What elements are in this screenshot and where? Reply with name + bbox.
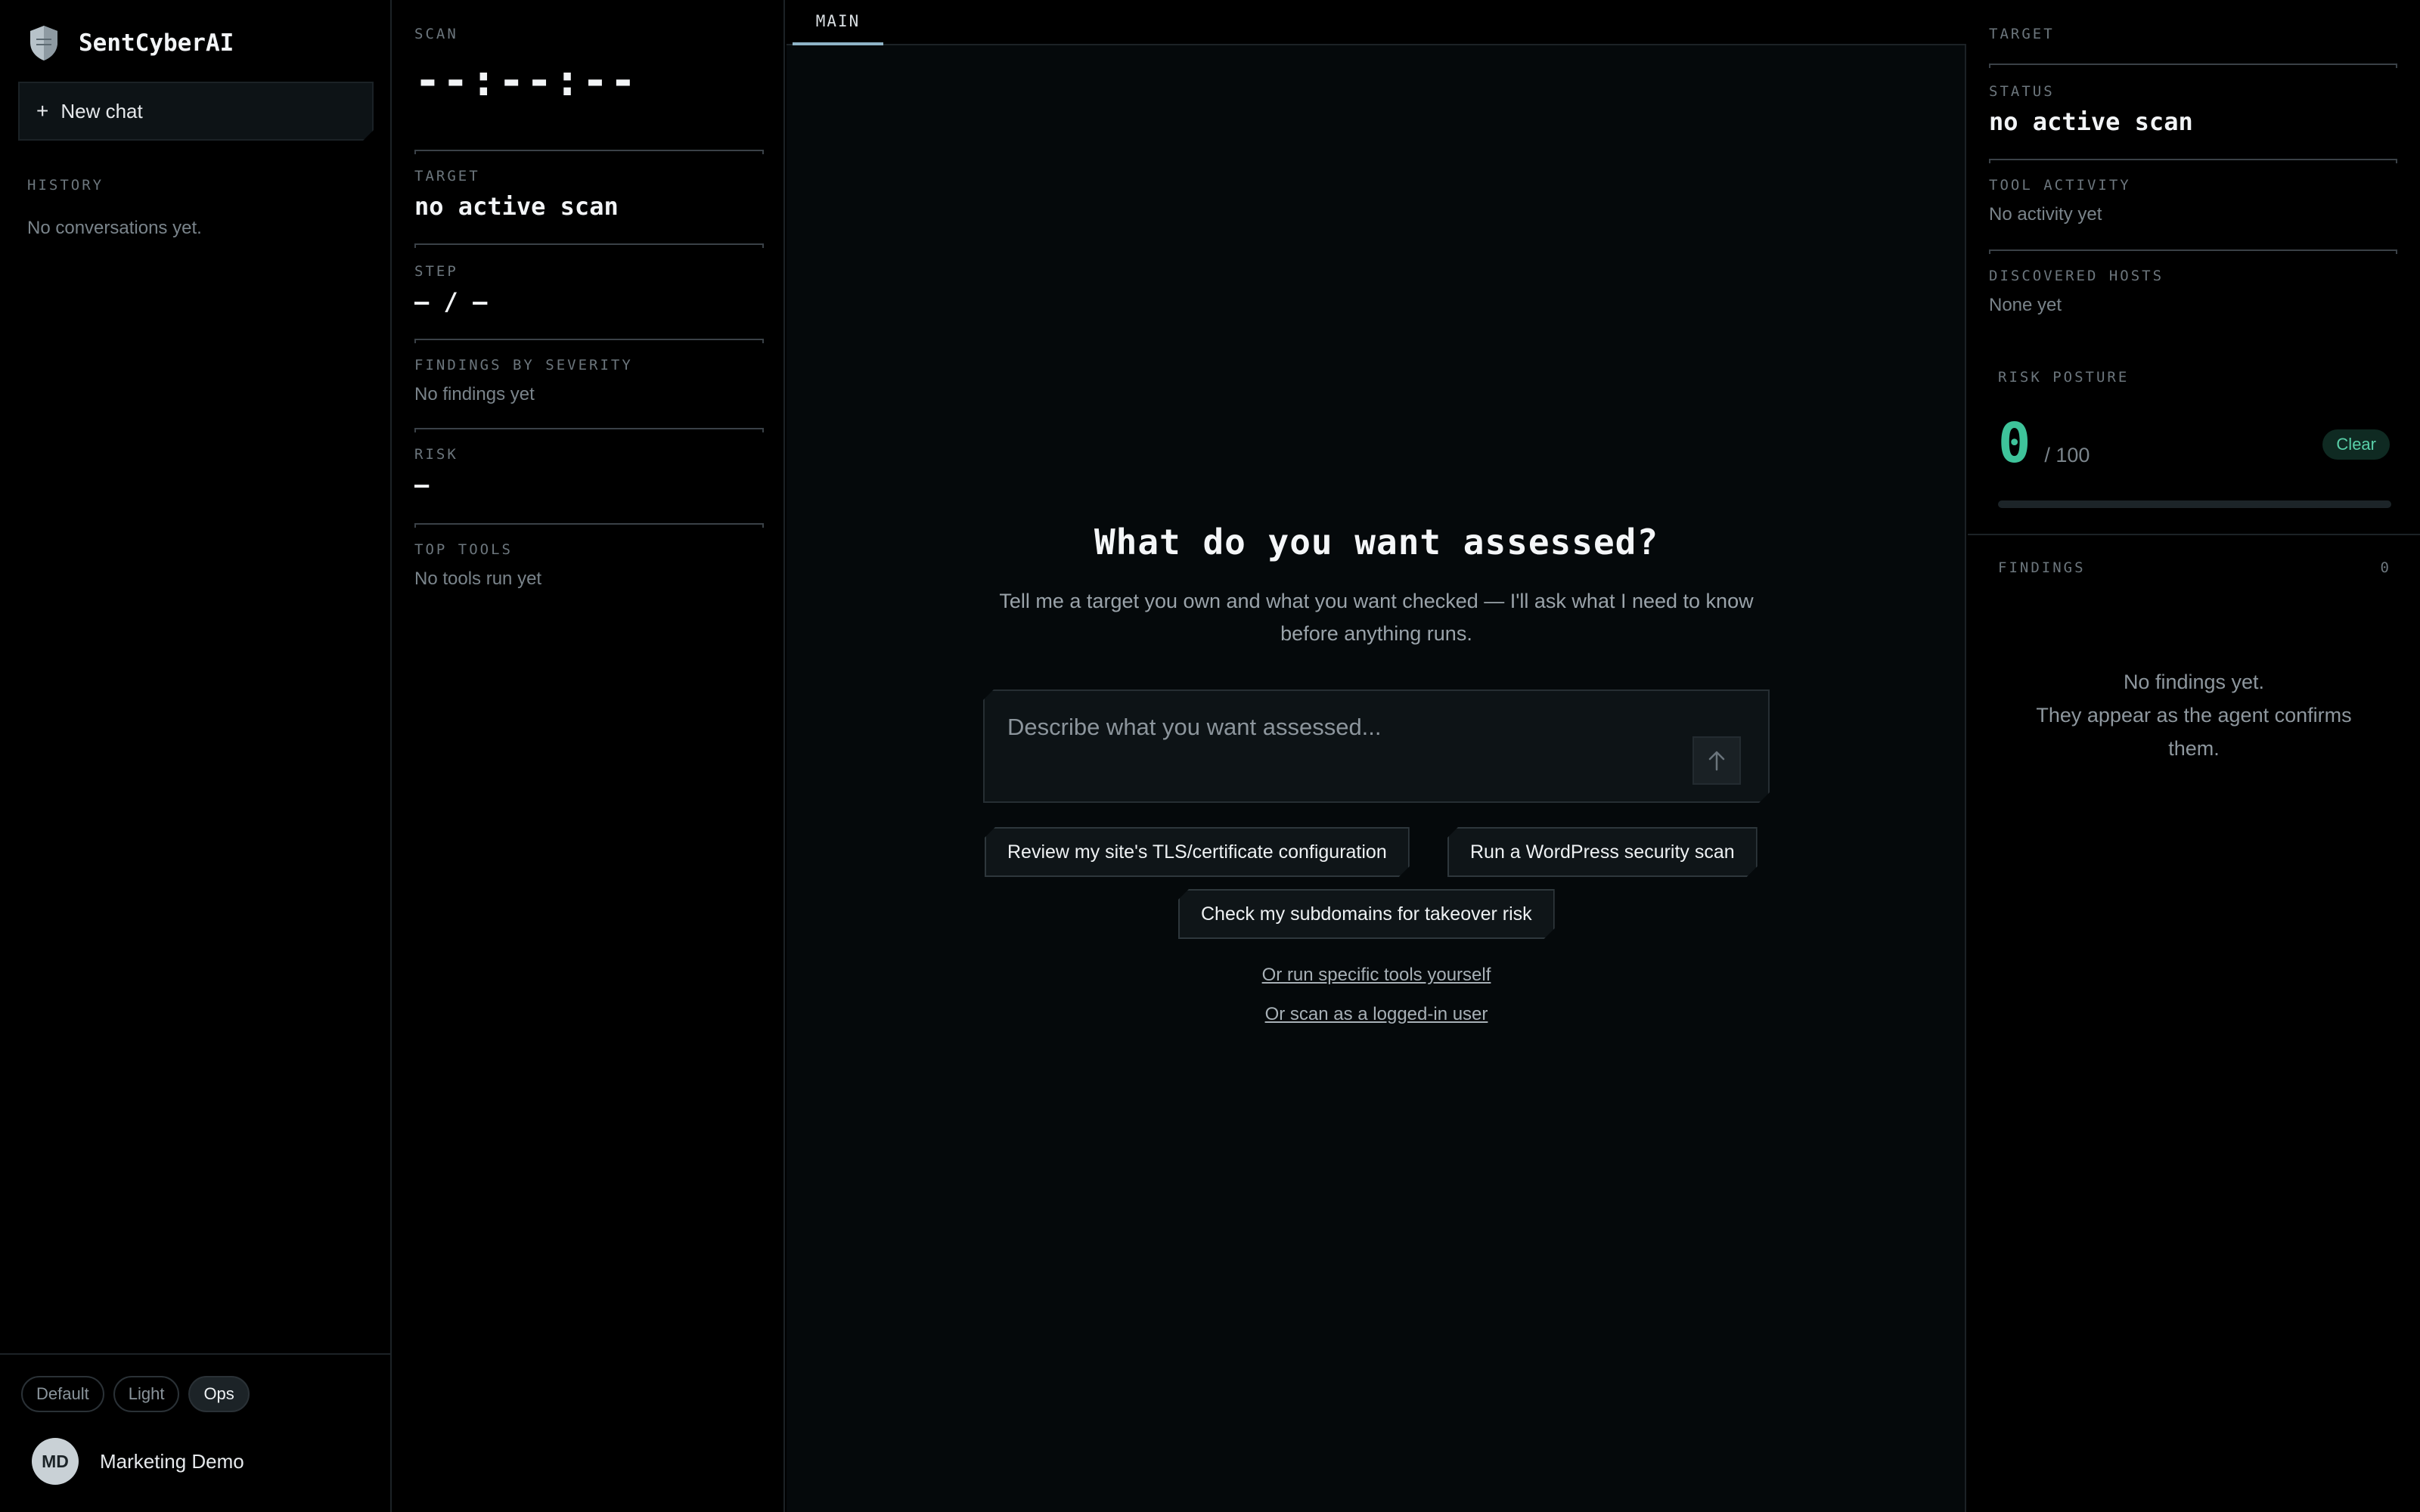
suggestion-subdomains-button[interactable]: Check my subdomains for takeover risk [1178,889,1555,939]
composer [983,689,1770,803]
scan-risk-value: — [414,470,430,499]
divider [1989,159,2397,163]
tool-activity-label: TOOL ACTIVITY [1989,177,2131,194]
clear-button[interactable]: Clear [2322,429,2390,460]
logged-in-link-row: Or scan as a logged-in user [786,1004,1966,1025]
scan-step-label: STEP [414,263,458,280]
divider [414,523,764,528]
findings-count: 0 [2380,559,2391,576]
risk-posture-card: RISK POSTURE 0 / 100 Clear [1968,346,2420,535]
status-label: STATUS [1989,83,2055,100]
new-chat-button[interactable]: + New chat [18,82,374,141]
scan-timer: --:--:-- [414,54,638,106]
scan-target-label: TARGET [414,168,480,184]
scan-risk-label: RISK [414,446,458,463]
top-tools-value: No tools run yet [414,569,542,589]
theme-ops-button[interactable]: Ops [188,1376,250,1412]
plus-icon: + [36,99,49,122]
target-heading: TARGET [1989,26,2055,42]
findings-severity-label: FINDINGS BY SEVERITY [414,357,633,373]
sidebar-footer: Default Light Ops MD Marketing Demo [0,1353,390,1512]
tab-main[interactable]: MAIN [793,0,883,45]
discovered-hosts-label: DISCOVERED HOSTS [1989,268,2164,284]
main-area: MAIN What do you want assessed? Tell me … [786,0,1966,1512]
suggestion-wordpress-button[interactable]: Run a WordPress security scan [1447,827,1758,877]
run-tools-link[interactable]: Or run specific tools yourself [1262,965,1491,985]
tool-activity-value: No activity yet [1989,204,2102,225]
scan-heading: SCAN [414,26,458,42]
top-tools-label: TOP TOOLS [414,541,513,558]
theme-light-button[interactable]: Light [113,1376,180,1412]
divider [414,339,764,343]
status-value: no active scan [1989,107,2193,136]
brand-name: SentCyberAI [79,29,234,57]
avatar: MD [32,1438,79,1485]
scan-target-value: no active scan [414,192,619,221]
user-menu[interactable]: MD Marketing Demo [32,1438,244,1485]
divider [1989,64,2397,68]
send-button[interactable] [1692,736,1741,785]
divider [414,150,764,154]
arrow-up-icon [1708,750,1726,771]
page-subtitle: Tell me a target you own and what you wa… [999,590,1754,645]
findings-heading: FINDINGS [1998,559,2086,576]
divider [1989,249,2397,254]
theme-default-button[interactable]: Default [21,1376,104,1412]
brand[interactable]: SentCyberAI [27,24,234,62]
page-title: What do you want assessed? [1094,522,1659,562]
hero: What do you want assessed? Tell me a tar… [786,522,1966,650]
right-panel: TARGET STATUS no active scan TOOL ACTIVI… [1968,0,2420,1512]
findings-severity-value: No findings yet [414,384,535,404]
history-heading: HISTORY [27,177,104,194]
sidebar: SentCyberAI + New chat HISTORY No conver… [0,0,392,1512]
theme-switcher: Default Light Ops [21,1376,250,1412]
scan-panel: SCAN --:--:-- TARGET no active scan STEP… [393,0,785,1512]
run-tools-link-row: Or run specific tools yourself [786,965,1966,986]
discovered-hosts-value: None yet [1989,295,2062,315]
suggestion-tls-button[interactable]: Review my site's TLS/certificate configu… [985,827,1410,877]
user-name: Marketing Demo [100,1449,244,1473]
divider [414,428,764,432]
findings-empty-line1: No findings yet. [2123,671,2265,693]
risk-posture-label: RISK POSTURE [1998,369,2130,386]
scan-step-value: — / — [414,287,488,316]
logged-in-scan-link[interactable]: Or scan as a logged-in user [1265,1004,1488,1024]
findings-empty-line2: They appear as the agent confirms them. [2036,704,2352,760]
risk-max: / 100 [2044,444,2090,466]
shield-icon [30,26,57,60]
findings-empty-state: No findings yet. They appear as the agen… [1968,665,2420,765]
new-chat-label: New chat [60,99,143,122]
risk-progress-bar [1998,500,2391,508]
tab-bar: MAIN [786,0,1966,45]
risk-score: 0 [1998,411,2031,475]
assessment-input[interactable] [1007,714,1688,741]
history-empty-text: No conversations yet. [27,218,202,238]
divider [414,243,764,248]
